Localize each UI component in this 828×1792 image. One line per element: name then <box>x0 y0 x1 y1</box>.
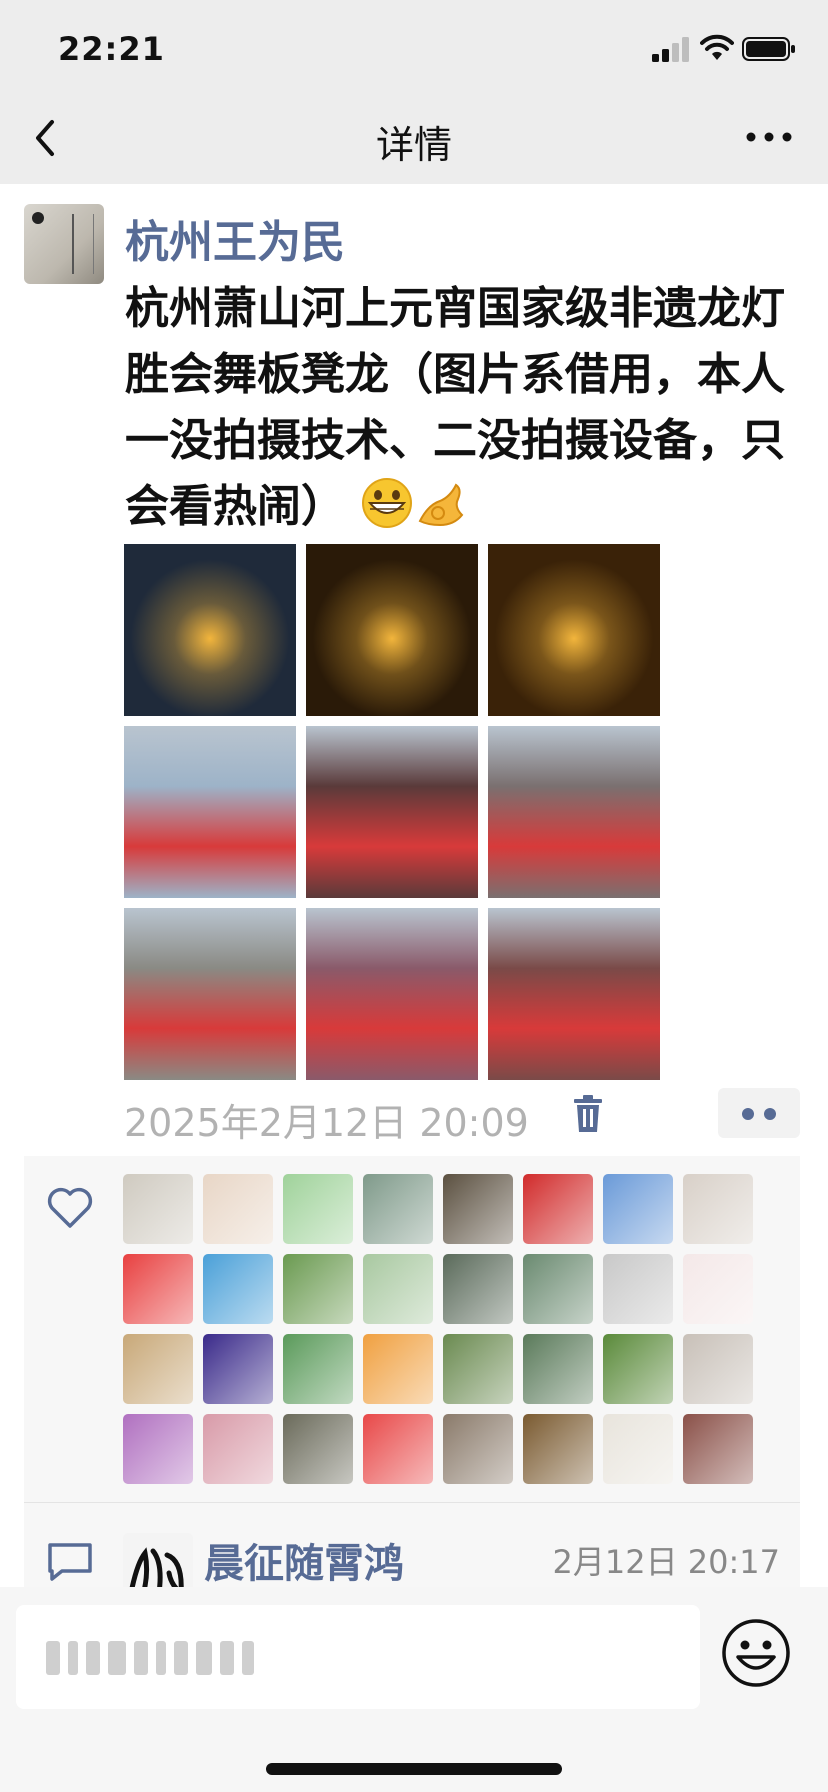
post-actions-button[interactable] <box>718 1088 800 1138</box>
comment-input[interactable] <box>16 1605 700 1709</box>
like-avatar[interactable] <box>203 1334 273 1404</box>
like-avatar[interactable] <box>363 1414 433 1484</box>
dot-icon <box>764 1108 776 1120</box>
like-avatar[interactable] <box>683 1414 753 1484</box>
photo-grid <box>124 544 664 1080</box>
like-avatar[interactable] <box>523 1414 593 1484</box>
like-avatar[interactable] <box>603 1174 673 1244</box>
like-avatar[interactable] <box>363 1174 433 1244</box>
photo-3[interactable] <box>488 544 660 716</box>
avatar-calligraphy <box>72 214 94 274</box>
photo-6[interactable] <box>488 726 660 898</box>
post-timestamp: 2025年2月12日 20:09 <box>124 1101 529 1145</box>
like-avatar[interactable] <box>363 1334 433 1404</box>
smile-icon[interactable] <box>720 1617 792 1689</box>
dot-icon <box>742 1108 754 1120</box>
like-avatar[interactable] <box>683 1174 753 1244</box>
input-blurred-text <box>46 1641 254 1675</box>
comment-icon <box>48 1543 92 1581</box>
like-avatar[interactable] <box>443 1254 513 1324</box>
like-avatar-grid <box>123 1174 753 1484</box>
comment-row[interactable]: 晨征随霄鸿 2月12日 20:17 <box>24 1503 800 1587</box>
likes-panel <box>24 1156 800 1502</box>
like-avatar[interactable] <box>283 1414 353 1484</box>
like-avatar[interactable] <box>603 1334 673 1404</box>
like-avatar[interactable] <box>443 1334 513 1404</box>
like-avatar[interactable] <box>603 1254 673 1324</box>
like-avatar[interactable] <box>363 1254 433 1324</box>
home-indicator <box>266 1763 562 1775</box>
like-avatar[interactable] <box>123 1334 193 1404</box>
input-bar <box>0 1587 828 1792</box>
status-bar: 22:21 <box>0 0 828 92</box>
nav-bar: 详情 <box>0 92 828 184</box>
ok-hand-emoji-icon <box>418 483 464 527</box>
like-avatar[interactable] <box>523 1254 593 1324</box>
wifi-icon <box>700 34 734 60</box>
like-avatar[interactable] <box>123 1254 193 1324</box>
photo-4[interactable] <box>124 726 296 898</box>
commenter-name[interactable]: 晨征随霄鸿 <box>204 1531 404 1587</box>
like-avatar[interactable] <box>283 1174 353 1244</box>
like-avatar[interactable] <box>283 1334 353 1404</box>
photo-2[interactable] <box>306 544 478 716</box>
post-text: 杭州萧山河上元宵国家级非遗龙灯胜会舞板凳龙（图片系借用，本人一没拍摄技术、二没拍… <box>125 276 805 540</box>
page-title: 详情 <box>375 123 452 167</box>
photo-5[interactable] <box>306 726 478 898</box>
like-avatar[interactable] <box>123 1414 193 1484</box>
like-avatar[interactable] <box>523 1174 593 1244</box>
like-avatar[interactable] <box>203 1254 273 1324</box>
like-avatar[interactable] <box>123 1174 193 1244</box>
like-avatar[interactable] <box>443 1174 513 1244</box>
poster-name[interactable]: 杭州王为民 <box>125 206 345 270</box>
battery-icon <box>742 37 795 61</box>
photo-7[interactable] <box>124 908 296 1080</box>
like-avatar[interactable] <box>683 1334 753 1404</box>
like-avatar[interactable] <box>203 1414 273 1484</box>
heart-icon <box>47 1187 93 1228</box>
status-time: 22:21 <box>58 30 165 68</box>
photo-8[interactable] <box>306 908 478 1080</box>
commenter-avatar[interactable] <box>123 1533 193 1587</box>
like-avatar[interactable] <box>683 1254 753 1324</box>
like-avatar[interactable] <box>203 1174 273 1244</box>
avatar-mark <box>32 212 44 224</box>
like-avatar[interactable] <box>523 1334 593 1404</box>
comment-time: 2月12日 20:17 <box>552 1543 780 1581</box>
photo-1[interactable] <box>124 544 296 716</box>
trash-icon[interactable] <box>572 1094 604 1134</box>
grin-emoji-icon <box>362 478 413 528</box>
calligraphy-icon <box>129 1547 184 1587</box>
photo-9[interactable] <box>488 908 660 1080</box>
like-avatar[interactable] <box>603 1414 673 1484</box>
like-avatar[interactable] <box>443 1414 513 1484</box>
more-dots-icon[interactable] <box>744 122 794 152</box>
poster-avatar[interactable] <box>24 204 104 284</box>
signal-icon <box>652 37 689 62</box>
like-avatar[interactable] <box>283 1254 353 1324</box>
